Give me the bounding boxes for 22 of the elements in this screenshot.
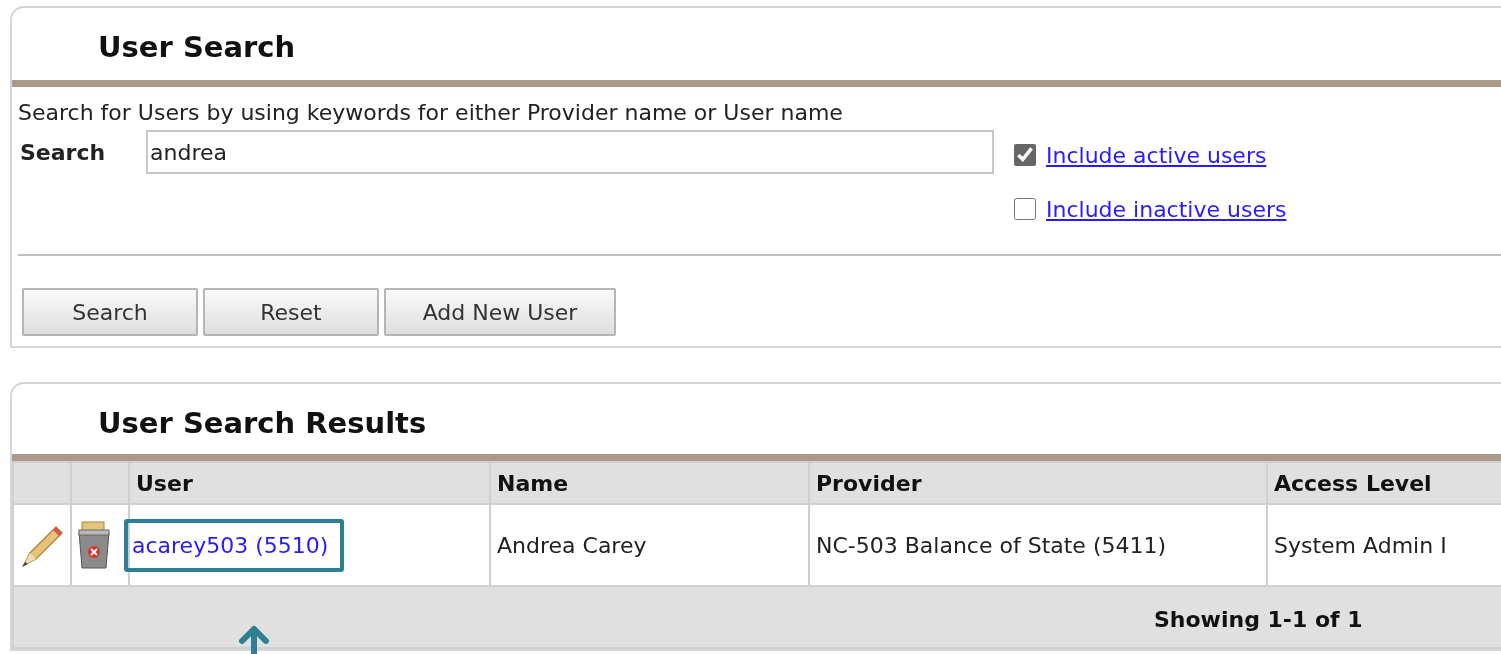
user-link[interactable]: acarey503 (5510) (124, 518, 345, 572)
form-button[interactable]: Reset (203, 288, 379, 336)
column-header: Access Level (1267, 462, 1501, 504)
column-header: User (129, 462, 490, 504)
table-cell: NC-503 Balance of State (5411) (809, 504, 1267, 586)
form-button[interactable]: Add New User (384, 288, 616, 336)
search-field[interactable]: andrea (146, 130, 994, 174)
trash-icon[interactable] (76, 520, 112, 570)
column-header: Provider (809, 462, 1267, 504)
form-button[interactable]: Search (22, 288, 198, 336)
panel-title: User Search (97, 29, 297, 66)
checkbox[interactable] (1014, 144, 1036, 166)
table-cell: Andrea Carey (490, 504, 809, 586)
panel-title: User Search Results (97, 405, 428, 442)
column-header: Name (490, 462, 809, 504)
checkbox[interactable] (1014, 198, 1036, 220)
search-label: Search (20, 138, 107, 167)
option-link[interactable]: Include active users (1046, 138, 1267, 172)
option-link[interactable]: Include inactive users (1046, 192, 1287, 226)
pagination-text: Showing 1-1 of 1 (1154, 606, 1363, 634)
table-cell: System Admin I (1267, 504, 1501, 586)
description-text: Search for Users by using keywords for either Provider name or User name (17, 99, 844, 127)
